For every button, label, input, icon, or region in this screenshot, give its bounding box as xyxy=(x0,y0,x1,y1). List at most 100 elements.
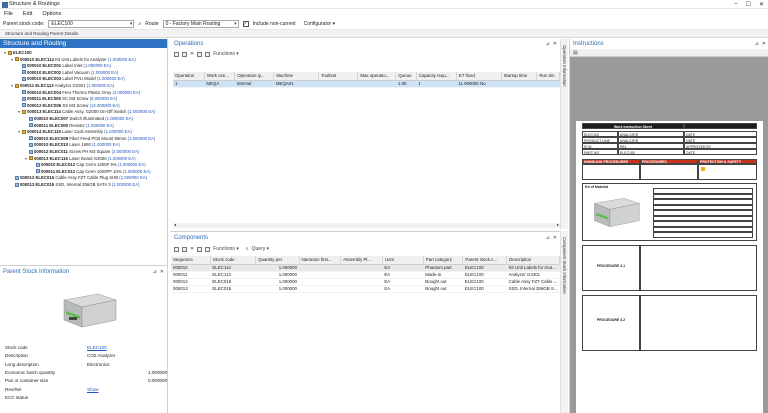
include-non-current-checkbox[interactable]: ✓ xyxy=(242,21,249,27)
tree-node[interactable]: 000011 ELEC013 Cap Cerm 1000PF 10% (1.00… xyxy=(32,169,151,175)
field-value-numeric: 1.000000 xyxy=(148,369,168,375)
menu-options[interactable]: Options xyxy=(42,11,61,17)
column-header[interactable]: Run tim xyxy=(536,72,560,81)
tree-node[interactable]: 000010 ELEC004 Feet Thermo Plastic Grey … xyxy=(18,90,140,96)
tree-node[interactable]: 000012 ELEC016 Cable Assy FZT Cable Plug… xyxy=(11,175,147,181)
pin-icon[interactable]: ⊿ xyxy=(153,269,157,275)
column-header[interactable]: Sequence xyxy=(171,256,211,265)
column-header[interactable]: Uom xyxy=(382,256,424,265)
column-header[interactable]: Startup time xyxy=(501,72,538,81)
tree-node[interactable]: 000010 ELEC009 Fiber Feed PCB Mount 80mm… xyxy=(25,136,155,142)
new-icon[interactable] xyxy=(174,51,179,57)
menu-edit[interactable]: Edit xyxy=(23,11,32,17)
close-icon[interactable]: ✕ xyxy=(160,269,164,275)
column-header[interactable]: Stock code xyxy=(210,256,257,265)
print-icon[interactable] xyxy=(205,246,211,252)
configurator-button[interactable]: Configurator ▾ xyxy=(304,21,335,27)
tree-node-desc: Label Inlet xyxy=(61,63,84,69)
new-icon[interactable] xyxy=(174,246,179,252)
pin-icon[interactable]: ⊿ xyxy=(546,41,550,47)
tree-node[interactable]: 000010 ELEC003 Label PVU Model (1.000000… xyxy=(18,76,125,82)
table-row[interactable]: 1 MEQA Internal MEQA01 1.00 1 11.000000 No xyxy=(173,80,560,88)
query-menu[interactable]: Query ▾ xyxy=(252,246,270,252)
doc-procedure-1-body xyxy=(640,245,757,291)
tree-node[interactable]: 000010 ELEC012 Cap Cerm 1200F 5% (1.0000… xyxy=(32,162,146,168)
tree-node[interactable]: ▾ 000010 ELEC114 Kit Unit Labels for Anal… xyxy=(11,57,136,63)
tree-node[interactable]: ▾ ELEC100 xyxy=(4,50,32,56)
tree-node-qty: (1.000000 EA) xyxy=(92,142,120,148)
tree-node[interactable]: ▾ 000014 ELEC115 Laser Card Assembly (1.0… xyxy=(18,129,132,135)
table-cell: Analyzer G2301 xyxy=(506,271,560,279)
operation-information-side-tab[interactable]: Operation Information xyxy=(560,39,568,229)
scroll-right-icon[interactable]: ▸ xyxy=(557,222,559,227)
column-header[interactable]: Queue xyxy=(395,72,417,81)
tree-node[interactable]: ▾ 000013 ELEC114 Cable Assy, G2000 On-Off… xyxy=(18,109,155,115)
component-stock-information-side-tab[interactable]: Component Stock Information xyxy=(560,231,568,413)
maximize-button[interactable]: ☐ xyxy=(746,1,751,8)
parent-stock-code-combo[interactable]: ELEC100 ▾ xyxy=(48,20,135,28)
column-header[interactable]: Part category xyxy=(423,256,464,265)
table-row[interactable]: 000012 ELEC016 1.000000 EA Bought out ELEC100… xyxy=(171,278,560,286)
tree-node-code: 000010 ELEC001 xyxy=(27,63,62,69)
tree-node-qty: (8.000000 EA) xyxy=(89,96,118,102)
field-link[interactable]: Show xyxy=(87,387,99,392)
table-cell: Phantom part xyxy=(423,264,463,272)
search-icon[interactable]: ⌕ xyxy=(138,21,141,27)
save-icon[interactable] xyxy=(182,246,187,252)
table-row[interactable]: 000013 ELEC015 1.000000 EA Bought out ELEC100… xyxy=(171,285,560,293)
tree-node[interactable]: 000012 ELEC011 Screw PH M3 Square (2.000… xyxy=(25,149,139,155)
menu-file[interactable]: File xyxy=(4,11,13,17)
folder-icon xyxy=(15,83,19,88)
print-icon[interactable] xyxy=(205,51,211,57)
copy-icon[interactable] xyxy=(197,51,203,57)
column-header[interactable]: Parent stock c... xyxy=(462,256,508,265)
minimize-button[interactable]: – xyxy=(734,1,737,8)
table-row[interactable]: 000010 ELEC114 1.000000 EA Phantom part ELEC1… xyxy=(171,264,560,272)
tree-node[interactable]: 000011 ELEC005 SC M3 Screw (8.000000 EA) xyxy=(18,96,117,102)
delete-icon[interactable]: ✕ xyxy=(190,246,194,252)
close-icon[interactable]: ✕ xyxy=(553,235,557,241)
parent-stock-code-label: Parent stock code: xyxy=(3,21,45,27)
doc-meta-cell: PART NO xyxy=(582,149,618,155)
functions-menu[interactable]: Functions ▾ xyxy=(213,51,239,57)
tree-node[interactable]: 000010 ELEC007 Switch Illuminated (1.000… xyxy=(25,116,133,122)
column-header[interactable]: Assembly Pl... xyxy=(340,256,383,265)
functions-menu[interactable]: Functions ▾ xyxy=(213,246,239,252)
column-header[interactable]: Max operatio... xyxy=(357,72,397,81)
route-combo[interactable]: 0 - Factory Main Routing ▾ xyxy=(162,20,239,28)
close-button[interactable]: ✕ xyxy=(759,1,764,8)
tree-node[interactable]: ▾ 000013 ELEC116 Laser Board G2000 (1.000… xyxy=(25,156,136,162)
tree-node[interactable]: ▾ 000011 ELEC113 Analyzer G2301 (1.000000… xyxy=(11,83,114,89)
close-icon[interactable]: ✕ xyxy=(553,41,557,47)
column-header[interactable]: Work cen... xyxy=(204,72,236,81)
column-header[interactable]: ET fixed xyxy=(456,72,502,81)
tab-structure-parent-details[interactable]: Structure and Routing Parent Details xyxy=(3,31,80,36)
tree-node-qty: (4.000000 EA) xyxy=(112,89,141,95)
column-header[interactable]: Quantity per xyxy=(255,256,300,265)
column-header[interactable]: Machine xyxy=(273,72,320,81)
horizontal-scrollbar[interactable]: ◂ ▸ xyxy=(173,222,560,228)
tree-node[interactable]: 000013 ELEC015 SSD, Internal 256GB SATA … xyxy=(11,182,140,188)
pin-icon[interactable]: ⊿ xyxy=(755,41,759,47)
pin-icon[interactable]: ⊿ xyxy=(546,235,550,241)
column-header[interactable]: Tooltset xyxy=(318,72,359,81)
copy-icon[interactable] xyxy=(197,246,203,252)
tree-node[interactable]: 000010 ELEC002 Label Vacuum (1.000000 EA… xyxy=(18,70,118,76)
components-table: Sequence Stock code Quantity per Narration … xyxy=(171,256,560,293)
column-header[interactable]: Capacity requ... xyxy=(416,72,457,81)
viewer-tools-icon[interactable]: ▤ xyxy=(573,50,578,56)
column-header[interactable]: Operation ty... xyxy=(234,72,275,81)
tree-node[interactable]: 000011 ELEC008 Resistor (1.000000 EA) xyxy=(25,123,114,129)
column-header[interactable]: Description xyxy=(506,256,560,265)
tree-node[interactable]: 000010 ELEC001 Label Inlet (1.000000 EA) xyxy=(18,63,111,69)
delete-icon[interactable]: ✕ xyxy=(190,51,194,57)
tree-node[interactable]: 000010 ELEC010 Laser 1650 (1.000000 EA) xyxy=(25,142,120,148)
column-header[interactable]: Narration first... xyxy=(299,256,342,265)
close-icon[interactable]: ✕ xyxy=(762,41,766,47)
scroll-left-icon[interactable]: ◂ xyxy=(174,222,176,227)
table-row[interactable]: 000011 ELEC113 1.000000 EA Made-in ELEC100 Ana… xyxy=(171,271,560,279)
field-link[interactable]: ELEC100 xyxy=(87,345,107,350)
column-header[interactable]: Operation xyxy=(173,72,205,81)
tree-node[interactable]: 000012 ELEC006 SS M3 Screw (12.000000 EA… xyxy=(18,103,120,109)
save-icon[interactable] xyxy=(182,51,187,57)
